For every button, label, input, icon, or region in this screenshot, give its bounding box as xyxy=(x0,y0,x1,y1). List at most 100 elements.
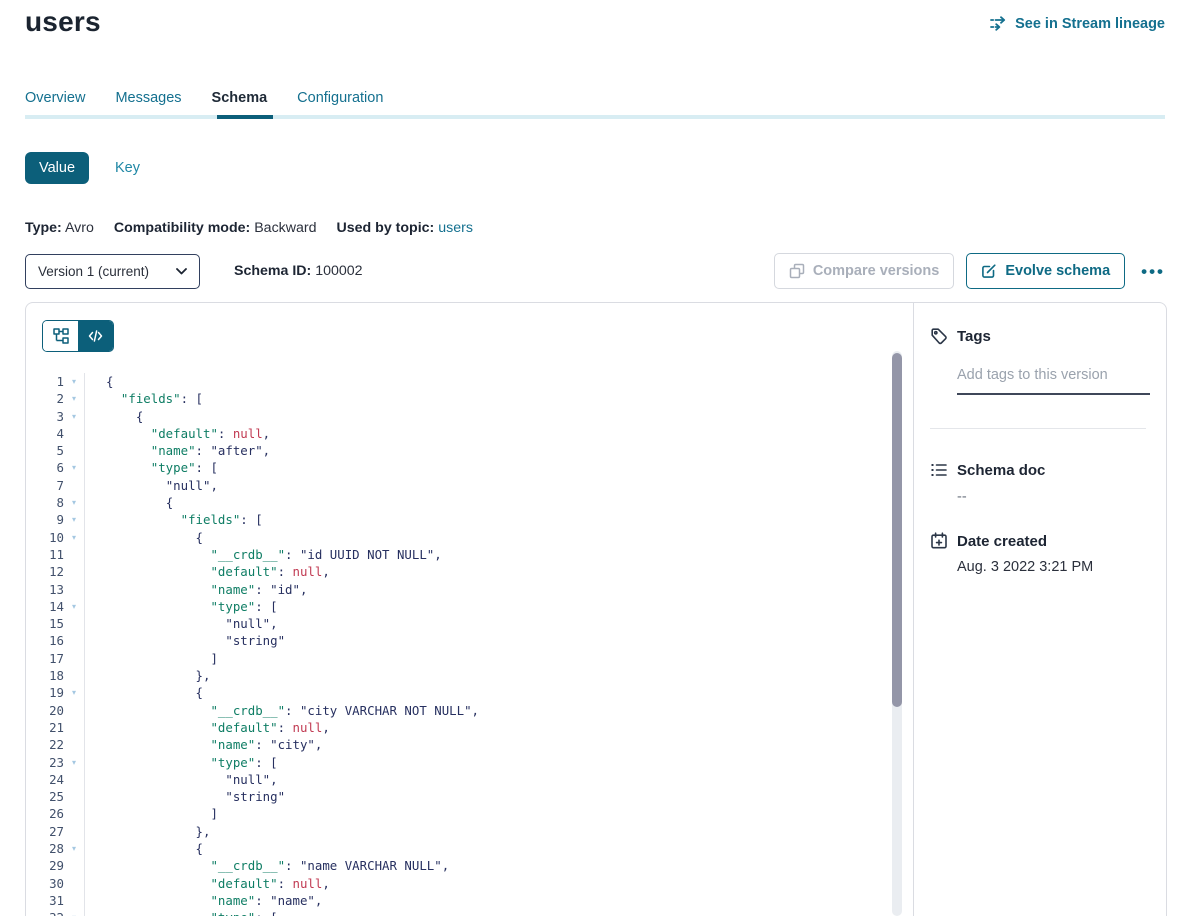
code-line-gutter: 24 xyxy=(26,771,85,788)
tab-configuration[interactable]: Configuration xyxy=(297,90,383,110)
code-line-content: "null", xyxy=(85,477,218,494)
fold-toggle-icon[interactable]: ▾ xyxy=(64,840,84,857)
line-number: 19 xyxy=(26,684,64,701)
line-number: 4 xyxy=(26,425,64,442)
code-line-content: "string" xyxy=(85,788,285,805)
code-line-content: "fields": [ xyxy=(85,511,263,528)
code-line-content: ] xyxy=(85,805,218,822)
compare-versions-icon xyxy=(789,263,805,279)
line-number: 29 xyxy=(26,857,64,874)
calendar-plus-icon xyxy=(930,532,948,550)
code-view-button[interactable] xyxy=(78,321,113,351)
code-line-gutter: 26 xyxy=(26,805,85,822)
line-number: 2 xyxy=(26,390,64,407)
code-line: 31 "name": "name", xyxy=(26,892,889,909)
code-line: 26 ] xyxy=(26,805,889,822)
code-line-gutter: 18 xyxy=(26,667,85,684)
date-created-section: Date created Aug. 3 2022 3:21 PM xyxy=(930,532,1150,575)
code-line: 5 "name": "after", xyxy=(26,442,889,459)
fold-toggle-icon[interactable]: ▾ xyxy=(64,373,84,390)
code-line-content: ] xyxy=(85,650,218,667)
code-line: 24 "null", xyxy=(26,771,889,788)
fold-toggle-icon[interactable]: ▾ xyxy=(64,684,84,701)
code-line-gutter: 17 xyxy=(26,650,85,667)
fold-toggle-icon[interactable]: ▾ xyxy=(64,390,84,407)
code-line-gutter: 10▾ xyxy=(26,529,85,546)
tab-schema[interactable]: Schema xyxy=(212,90,268,110)
fold-toggle-icon[interactable]: ▾ xyxy=(64,459,84,476)
version-select[interactable]: Version 1 (current) xyxy=(25,254,200,289)
code-line-content: "name": "id", xyxy=(85,581,307,598)
code-line-content: { xyxy=(85,529,203,546)
line-number: 6 xyxy=(26,459,64,476)
code-line-gutter: 28▾ xyxy=(26,840,85,857)
tab-messages[interactable]: Messages xyxy=(115,90,181,110)
fold-toggle-icon[interactable]: ▾ xyxy=(64,529,84,546)
code-line-content: "name": "name", xyxy=(85,892,322,909)
code-line-content: "default": null, xyxy=(85,875,330,892)
fold-toggle-icon[interactable]: ▾ xyxy=(64,754,84,771)
see-in-stream-lineage-link[interactable]: See in Stream lineage xyxy=(990,16,1165,32)
schema-meta-row: Type: Avro Compatibility mode: Backward … xyxy=(25,220,473,236)
code-view-icon xyxy=(88,330,103,342)
fold-spacer xyxy=(64,563,84,580)
tags-header: Tags xyxy=(930,327,1150,345)
line-number: 8 xyxy=(26,494,64,511)
value-toggle-button[interactable]: Value xyxy=(25,152,89,184)
fold-toggle-icon[interactable]: ▾ xyxy=(64,494,84,511)
fold-toggle-icon[interactable]: ▾ xyxy=(64,408,84,425)
code-line-gutter: 1▾ xyxy=(26,373,85,390)
fold-toggle-icon[interactable]: ▾ xyxy=(64,511,84,528)
code-line-content: }, xyxy=(85,823,210,840)
line-number: 26 xyxy=(26,805,64,822)
key-toggle-link[interactable]: Key xyxy=(115,160,140,176)
meta-used-by-topic: Used by topic: users xyxy=(337,220,473,236)
schema-side-pane: Tags Schema doc -- xyxy=(914,303,1166,916)
fold-toggle-icon[interactable]: ▾ xyxy=(64,909,84,916)
editor-scrollbar-thumb[interactable] xyxy=(892,353,902,707)
code-line: 16 "string" xyxy=(26,632,889,649)
version-select-value: Version 1 (current) xyxy=(38,264,149,279)
line-number: 9 xyxy=(26,511,64,528)
line-number: 15 xyxy=(26,615,64,632)
tree-view-button[interactable] xyxy=(43,321,78,351)
line-number: 18 xyxy=(26,667,64,684)
code-line-content: "null", xyxy=(85,771,278,788)
schema-json-editor[interactable]: 1▾{2▾ "fields": [3▾ {4 "default": null,5… xyxy=(26,373,889,916)
tags-section: Tags xyxy=(930,327,1150,429)
code-line: 12 "default": null, xyxy=(26,563,889,580)
tab-overview[interactable]: Overview xyxy=(25,90,85,110)
topic-link[interactable]: users xyxy=(438,220,473,236)
code-line-content: "null", xyxy=(85,615,278,632)
code-line-content: "string" xyxy=(85,632,285,649)
compare-versions-button[interactable]: Compare versions xyxy=(774,253,955,289)
code-line: 27 }, xyxy=(26,823,889,840)
code-line-gutter: 19▾ xyxy=(26,684,85,701)
code-line: 9▾ "fields": [ xyxy=(26,511,889,528)
line-number: 25 xyxy=(26,788,64,805)
code-line-content: "type": [ xyxy=(85,459,218,476)
code-line-gutter: 7 xyxy=(26,477,85,494)
schema-doc-title: Schema doc xyxy=(957,462,1045,479)
line-number: 1 xyxy=(26,373,64,390)
code-line-gutter: 23▾ xyxy=(26,754,85,771)
code-line-content: "type": [ xyxy=(85,754,278,771)
line-number: 27 xyxy=(26,823,64,840)
fold-spacer xyxy=(64,667,84,684)
chevron-down-icon xyxy=(176,268,187,275)
date-created-title: Date created xyxy=(957,533,1047,550)
add-tags-input[interactable] xyxy=(957,363,1150,395)
code-line-content: "default": null, xyxy=(85,425,270,442)
code-line-content: "__crdb__": "id UUID NOT NULL", xyxy=(85,546,442,563)
more-actions-button[interactable]: ••• xyxy=(1141,263,1165,280)
fold-spacer xyxy=(64,477,84,494)
schema-id: Schema ID: 100002 xyxy=(234,263,363,279)
type-value: Avro xyxy=(65,220,94,236)
fold-spacer xyxy=(64,771,84,788)
fold-toggle-icon[interactable]: ▾ xyxy=(64,598,84,615)
line-number: 10 xyxy=(26,529,64,546)
editor-scrollbar-track[interactable] xyxy=(892,351,902,916)
code-line-content: "default": null, xyxy=(85,563,330,580)
evolve-schema-button[interactable]: Evolve schema xyxy=(966,253,1125,289)
version-actions: Compare versions Evolve schema ••• xyxy=(774,253,1165,289)
